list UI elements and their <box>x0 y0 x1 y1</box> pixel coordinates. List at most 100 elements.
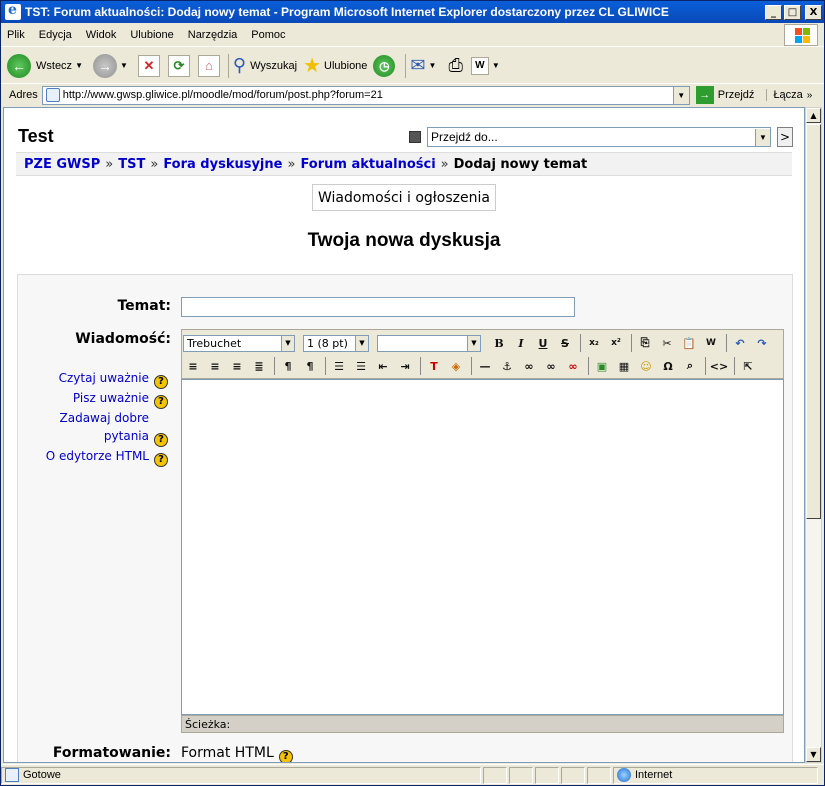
italic-icon[interactable]: I <box>511 333 531 353</box>
status-cell <box>561 766 585 784</box>
undo-icon[interactable]: ↶ <box>730 333 750 353</box>
close-button[interactable]: X <box>805 4 822 20</box>
scroll-down-icon[interactable]: ▼ <box>806 747 821 762</box>
help-icon[interactable]: ? <box>154 395 168 409</box>
table-icon[interactable]: ▦ <box>614 356 634 376</box>
html-source-icon[interactable]: <> <box>709 356 729 376</box>
paste-icon[interactable]: 📋 <box>679 333 699 353</box>
refresh-icon[interactable]: ⟳ <box>167 54 190 77</box>
edit-icon[interactable]: W <box>470 56 489 75</box>
message-editor-area[interactable] <box>181 379 784 715</box>
menu-ulubione[interactable]: Ulubione <box>124 29 181 41</box>
search-button[interactable]: ⚲ Wyszukaj <box>233 55 297 76</box>
address-url[interactable]: http://www.gwsp.gliwice.pl/moodle/mod/fo… <box>63 89 673 101</box>
help-icon[interactable]: ? <box>278 750 293 762</box>
forum-name: Wiadomości i ogłoszenia <box>312 184 496 211</box>
chevron-down-icon[interactable]: ▼ <box>467 335 480 351</box>
help-link-editor[interactable]: O edytorze HTML <box>46 449 149 463</box>
subscript-icon[interactable]: x₂ <box>584 333 604 353</box>
chevron-right-icon[interactable]: » <box>807 90 813 101</box>
go-button[interactable]: → Przejdź <box>695 86 754 104</box>
address-dropdown-icon[interactable]: ▼ <box>672 86 689 104</box>
copy-icon[interactable]: ⎘ <box>635 333 655 353</box>
redo-icon[interactable]: ↷ <box>752 333 772 353</box>
align-right-icon[interactable]: ≡ <box>227 356 247 376</box>
breadcrumb-link[interactable]: TST <box>118 157 145 172</box>
subject-input[interactable] <box>181 297 575 317</box>
menu-pomoc[interactable]: Pomoc <box>245 29 293 41</box>
help-icon[interactable]: ? <box>154 375 168 389</box>
forward-dropdown-icon[interactable]: ▼ <box>120 61 128 70</box>
mail-dropdown-icon[interactable]: ▼ <box>429 61 437 70</box>
help-link-questions[interactable]: Zadawaj dobre <box>60 411 150 425</box>
horizontal-rule-icon[interactable]: — <box>475 356 495 376</box>
smiley-icon[interactable]: ☺ <box>636 356 656 376</box>
forward-button[interactable]: → ▼ <box>92 53 132 78</box>
address-input[interactable]: http://www.gwsp.gliwice.pl/moodle/mod/fo… <box>41 85 690 105</box>
history-icon[interactable]: ◷ <box>373 54 396 77</box>
unlink-icon[interactable]: ∞ <box>541 356 561 376</box>
jump-select[interactable]: Przejdź do... ▼ <box>427 127 771 147</box>
outdent-icon[interactable]: ⇤ <box>373 356 393 376</box>
image-icon[interactable]: ▣ <box>592 356 612 376</box>
underline-icon[interactable]: U <box>533 333 553 353</box>
back-button[interactable]: ← Wstecz ▼ <box>7 53 87 78</box>
align-justify-icon[interactable]: ≣ <box>249 356 269 376</box>
scroll-thumb[interactable] <box>806 124 821 519</box>
breadcrumb-link[interactable]: PZE GWSP <box>24 157 100 172</box>
stop-icon[interactable]: ✕ <box>137 54 160 77</box>
text-color-icon[interactable]: T <box>424 356 444 376</box>
align-left-icon[interactable]: ≡ <box>183 356 203 376</box>
ordered-list-icon[interactable]: ☰ <box>329 356 349 376</box>
menu-edycja[interactable]: Edycja <box>33 29 80 41</box>
chevron-down-icon[interactable]: ▼ <box>281 335 294 351</box>
maximize-button[interactable]: □ <box>784 4 801 20</box>
vertical-scrollbar[interactable]: ▲ ▼ <box>805 107 822 763</box>
breadcrumb-link[interactable]: Fora dyskusyjne <box>163 157 282 172</box>
help-icon[interactable]: ? <box>154 453 168 467</box>
nolink-icon[interactable]: ∞ <box>563 356 583 376</box>
help-link-questions-cont[interactable]: pytania <box>104 429 149 443</box>
font-select[interactable]: Trebuchet ▼ <box>183 334 295 352</box>
help-icon[interactable]: ? <box>154 433 168 447</box>
scroll-up-icon[interactable]: ▲ <box>806 108 821 123</box>
style-select[interactable]: ▼ <box>377 334 481 352</box>
edit-dropdown-icon[interactable]: ▼ <box>492 61 500 70</box>
strikethrough-icon[interactable]: S <box>555 333 575 353</box>
ltr-icon[interactable]: ¶ <box>278 356 298 376</box>
toolbar-separator <box>705 357 706 375</box>
size-select[interactable]: 1 (8 pt) ▼ <box>303 334 369 352</box>
indent-icon[interactable]: ⇥ <box>395 356 415 376</box>
unordered-list-icon[interactable]: ☰ <box>351 356 371 376</box>
menu-plik[interactable]: Plik <box>1 29 33 41</box>
home-icon[interactable]: ⌂ <box>197 54 220 77</box>
jump-go-button[interactable]: > <box>777 127 793 147</box>
back-dropdown-icon[interactable]: ▼ <box>75 61 83 70</box>
menu-widok[interactable]: Widok <box>80 29 125 41</box>
chevron-down-icon[interactable]: ▼ <box>755 128 770 146</box>
rtl-icon[interactable]: ¶ <box>300 356 320 376</box>
help-link-read[interactable]: Czytaj uważnie <box>59 371 149 385</box>
superscript-icon[interactable]: x² <box>606 333 626 353</box>
fullscreen-icon[interactable]: ⇱ <box>738 356 758 376</box>
toolbar-separator <box>734 357 735 375</box>
anchor-icon[interactable]: ⚓ <box>497 356 517 376</box>
paste-word-icon[interactable]: W <box>701 333 721 353</box>
background-color-icon[interactable]: ◈ <box>446 356 466 376</box>
breadcrumb-separator: » <box>287 156 296 172</box>
links-button[interactable]: Łącza <box>766 89 803 101</box>
align-center-icon[interactable]: ≡ <box>205 356 225 376</box>
link-icon[interactable]: ∞ <box>519 356 539 376</box>
bold-icon[interactable]: B <box>489 333 509 353</box>
special-char-icon[interactable]: Ω <box>658 356 678 376</box>
breadcrumb-link[interactable]: Forum aktualności <box>300 157 435 172</box>
mail-icon[interactable]: ✉ <box>410 55 425 76</box>
print-icon[interactable]: ⎙ <box>448 55 462 76</box>
help-link-write[interactable]: Pisz uważnie <box>73 391 149 405</box>
minimize-button[interactable]: _ <box>765 4 782 20</box>
favorites-button[interactable]: ★ Ulubione <box>303 53 367 78</box>
cut-icon[interactable]: ✂ <box>657 333 677 353</box>
menu-narzedzia[interactable]: Narzędzia <box>182 29 246 41</box>
search-replace-icon[interactable]: ⌕ <box>680 356 700 376</box>
chevron-down-icon[interactable]: ▼ <box>355 335 368 351</box>
